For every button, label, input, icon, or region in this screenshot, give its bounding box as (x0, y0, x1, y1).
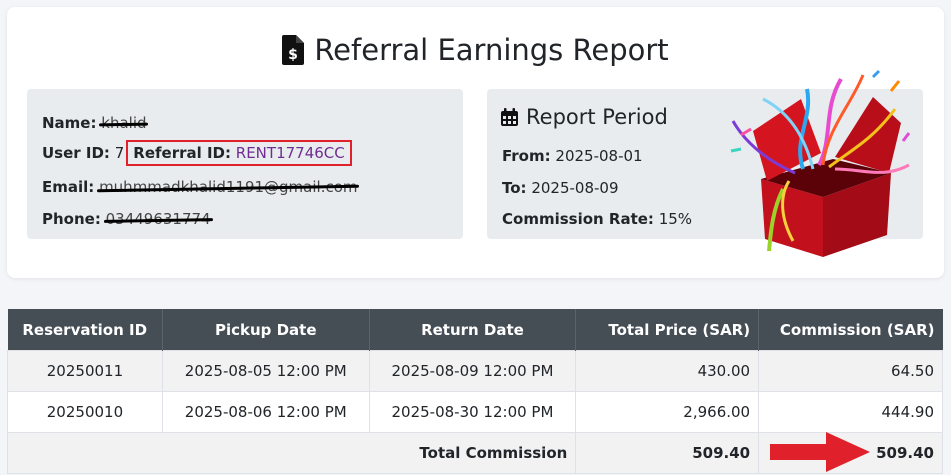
report-period-title: Report Period (501, 105, 668, 129)
email-value: muhmmadkhalid1191@gmail.com (99, 178, 358, 196)
header-commission: Commission (SAR) (758, 309, 943, 351)
file-invoice-dollar-icon: $ (282, 35, 305, 65)
header-reservation-id: Reservation ID (7, 309, 163, 351)
cell-pickup-date: 2025-08-06 12:00 PM (161, 391, 370, 433)
to-value: 2025-08-09 (531, 179, 619, 197)
name-label: Name: (42, 114, 97, 132)
page-title: $ Referral Earnings Report (7, 33, 944, 67)
calendar-icon (501, 108, 518, 126)
gift-box-illustration (730, 69, 911, 257)
from-label: From: (502, 147, 551, 165)
rate-label: Commission Rate: (502, 210, 654, 228)
cell-return-date: 2025-08-09 12:00 PM (368, 350, 577, 392)
phone-label: Phone: (42, 210, 101, 228)
from-value: 2025-08-01 (555, 147, 643, 165)
name-row: Name: khalid (42, 114, 147, 132)
cell-return-date: 2025-08-30 12:00 PM (368, 391, 577, 433)
user-info-box: Name: khalid User ID: 7 Referral ID: RENT… (27, 89, 463, 239)
userid-label: User ID: (42, 144, 110, 162)
svg-text:$: $ (288, 47, 298, 63)
from-row: From: 2025-08-01 (502, 147, 643, 165)
phone-row: Phone: 03449631774 (42, 210, 211, 228)
total-price-value: 509.40 (575, 432, 760, 474)
userid-row: User ID: 7 Referral ID: RENT17746CC (42, 140, 352, 166)
table-row: 20250011 2025-08-05 12:00 PM 2025-08-09 … (7, 350, 943, 392)
report-card: $ Referral Earnings Report Name: khalid … (7, 7, 944, 278)
cell-reservation-id: 20250011 (7, 350, 163, 392)
header-total-price: Total Price (SAR) (575, 309, 760, 351)
to-label: To: (502, 179, 527, 197)
cell-reservation-id: 20250010 (7, 391, 163, 433)
header-return-date: Return Date (369, 309, 577, 351)
red-arrow-annotation (770, 432, 870, 472)
total-commission-label: Total Commission (6, 432, 577, 474)
email-label: Email: (42, 178, 95, 196)
cell-pickup-date: 2025-08-05 12:00 PM (161, 350, 370, 392)
cell-commission: 64.50 (758, 350, 943, 392)
cell-total-price: 2,966.00 (575, 391, 760, 433)
cell-total-price: 430.00 (575, 350, 760, 392)
header-pickup-date: Pickup Date (162, 309, 370, 351)
table-header-row: Reservation ID Pickup Date Return Date T… (7, 309, 943, 351)
report-period-title-text: Report Period (526, 105, 668, 129)
to-row: To: 2025-08-09 (502, 179, 619, 197)
referral-id-highlight: Referral ID: RENT17746CC (126, 140, 352, 166)
rate-value: 15% (658, 210, 693, 228)
userid-value: 7 (114, 144, 125, 162)
phone-value: 03449631774 (105, 210, 211, 228)
referral-label: Referral ID: (133, 144, 231, 162)
page-title-text: Referral Earnings Report (314, 33, 669, 67)
cell-commission: 444.90 (758, 391, 943, 433)
referral-id-value[interactable]: RENT17746CC (236, 144, 345, 162)
table-row: 20250010 2025-08-06 12:00 PM 2025-08-30 … (7, 391, 943, 433)
name-value: khalid (101, 114, 147, 132)
email-row: Email: muhmmadkhalid1191@gmail.com (42, 178, 358, 196)
rate-row: Commission Rate: 15% (502, 210, 692, 228)
